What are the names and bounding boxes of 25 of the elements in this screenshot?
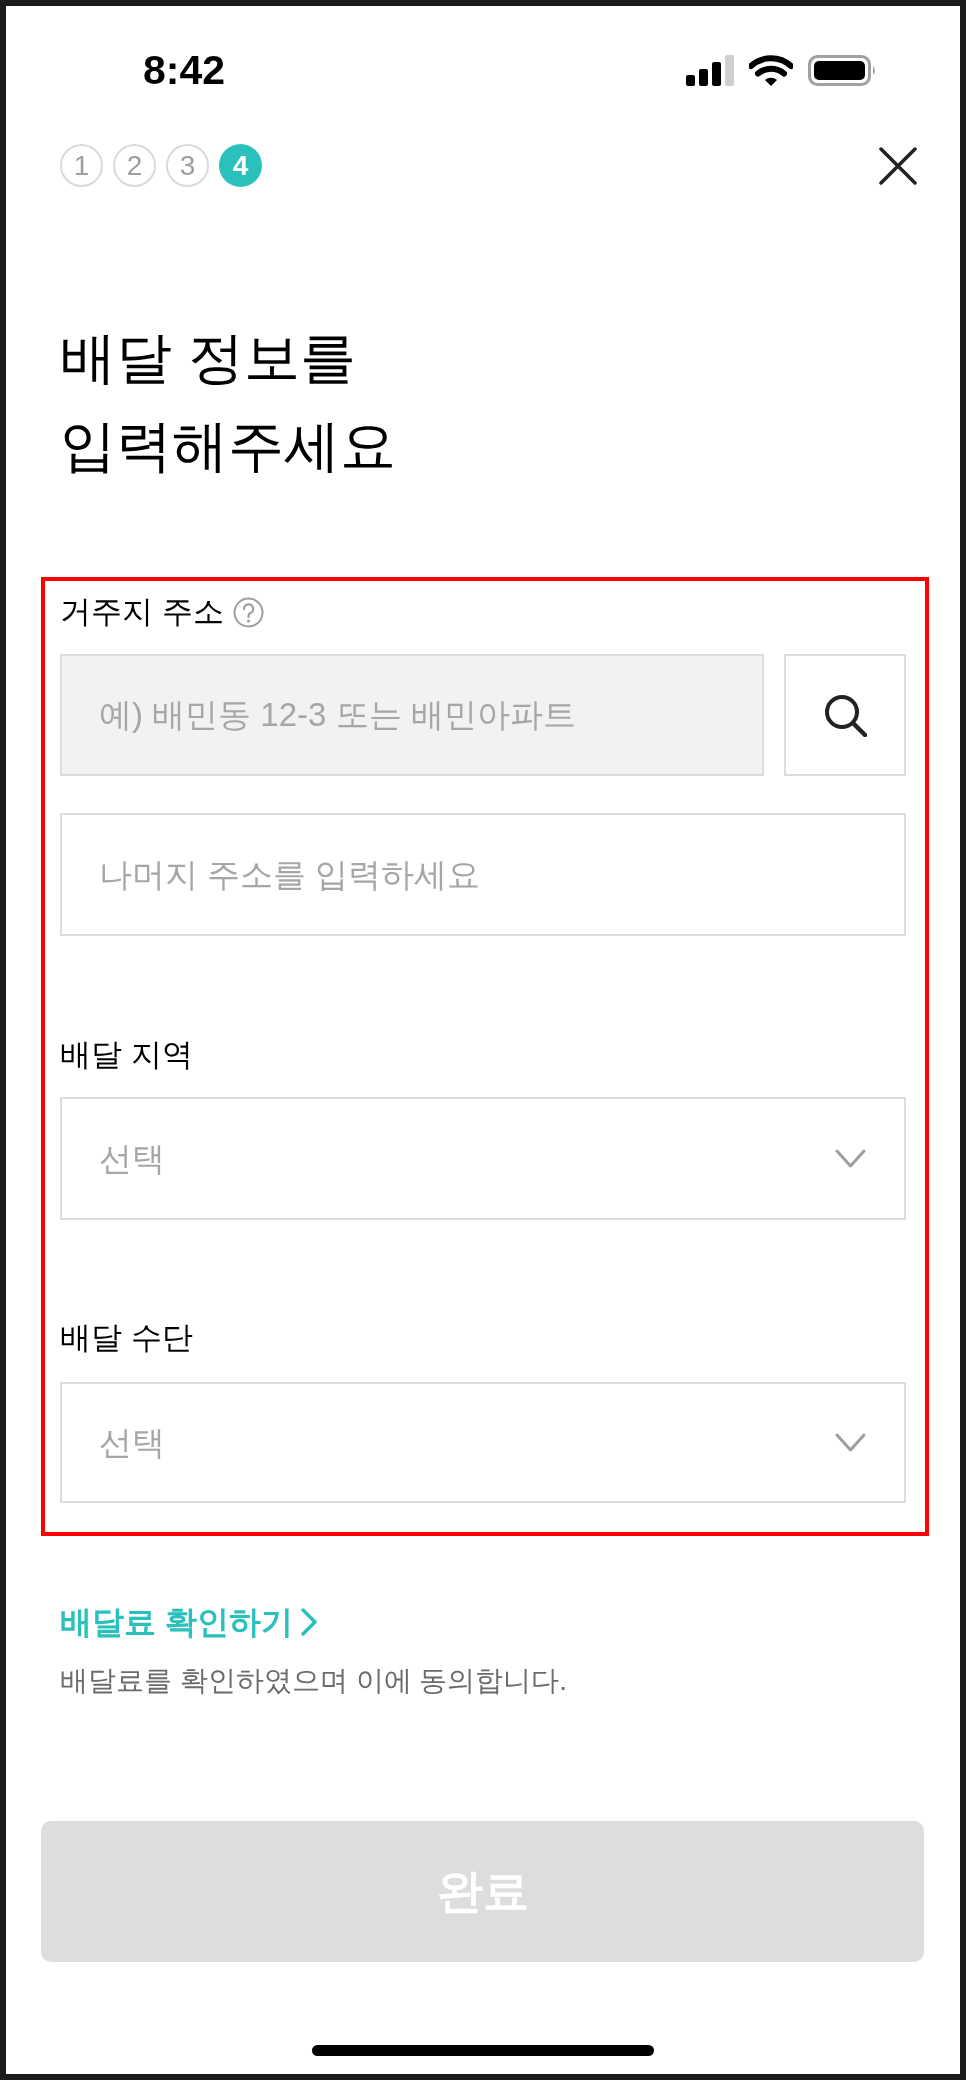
search-button[interactable] bbox=[784, 654, 906, 776]
search-icon bbox=[823, 693, 867, 737]
dropdown[interactable]: 선택 bbox=[60, 1382, 906, 1503]
close-icon[interactable] bbox=[879, 146, 917, 185]
address-search-field[interactable]: 예) 배민동 12-3 또는 배민아파트 bbox=[60, 654, 764, 776]
help-icon[interactable] bbox=[232, 596, 264, 628]
dropdown[interactable]: 선택 bbox=[60, 1097, 906, 1220]
step-indicator: 2 bbox=[113, 144, 156, 187]
address-detail-field[interactable]: 나머지 주소를 입력하세요 bbox=[60, 813, 906, 936]
step-indicator: 3 bbox=[166, 144, 209, 187]
step-indicator: 4 bbox=[219, 144, 262, 187]
chevron-down-icon bbox=[835, 1432, 866, 1453]
agreement-text: 배달료를 확인하였으며 이에 동의합니다. bbox=[60, 1664, 568, 1698]
signal-icon bbox=[686, 54, 734, 86]
step-indicator: 1 bbox=[60, 144, 103, 187]
battery-icon bbox=[808, 54, 877, 86]
wifi-icon bbox=[749, 54, 793, 86]
fee-check-link[interactable]: 배달료 확인하기 bbox=[60, 1600, 317, 1644]
page-title: 배달 정보를 입력해주세요 bbox=[60, 325, 396, 479]
chevron-down-icon bbox=[835, 1148, 866, 1169]
field-label: 배달 수단 bbox=[60, 1319, 193, 1357]
field-label: 배달 지역 bbox=[60, 1036, 193, 1074]
chevron-right-icon bbox=[300, 1608, 317, 1636]
field-label: 거주지 주소 bbox=[60, 593, 224, 631]
status-time: 8:42 bbox=[143, 50, 226, 90]
